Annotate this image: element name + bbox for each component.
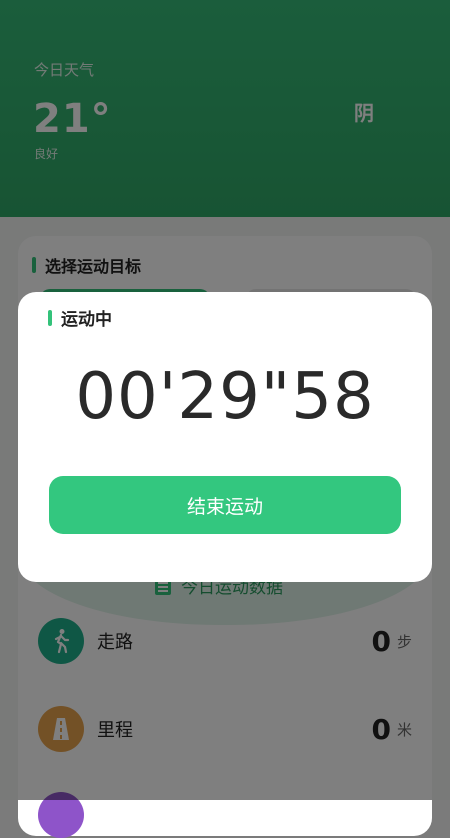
- dialog-title-text: 运动中: [61, 310, 112, 330]
- exercise-dialog: 运动中 00'29"58 结束运动: [18, 292, 432, 582]
- exercise-timer: 00'29"58: [75, 360, 375, 434]
- dialog-title: 运动中: [48, 305, 112, 330]
- end-exercise-button[interactable]: 结束运动: [49, 476, 401, 534]
- section-marker: [48, 309, 52, 326]
